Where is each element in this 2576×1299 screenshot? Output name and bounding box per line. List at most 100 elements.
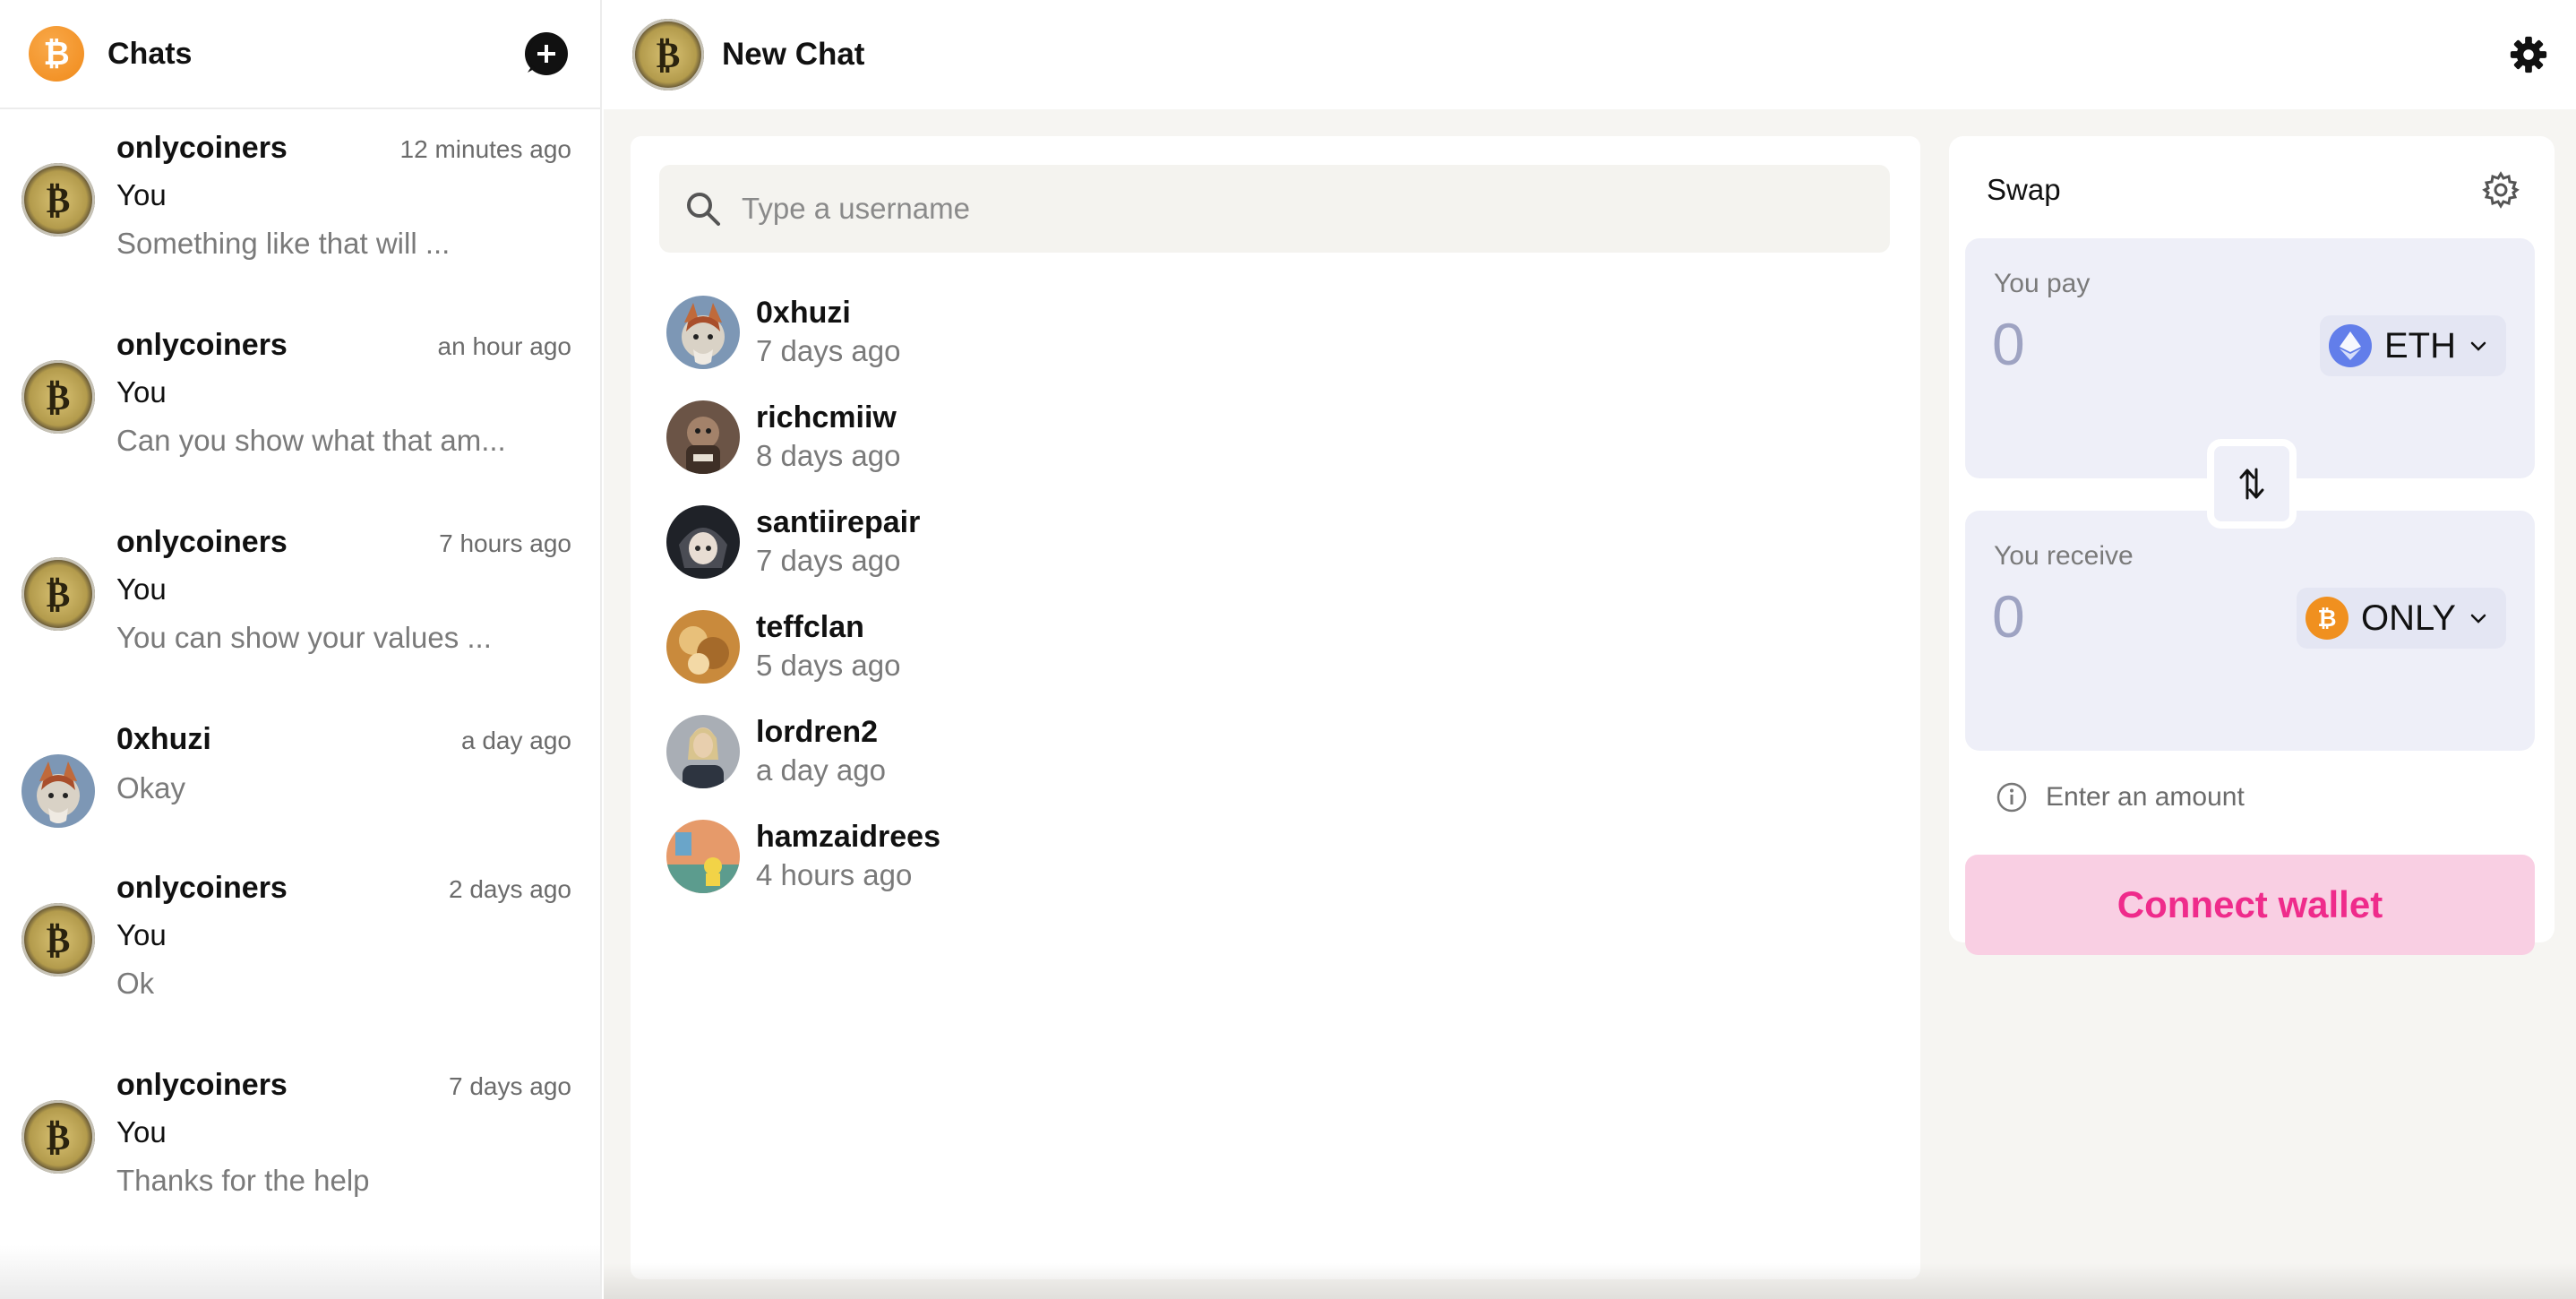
- user-list: 0xhuzi 7 days ago richcmiiw 8 days ago s…: [666, 280, 940, 908]
- avatar: ₿: [21, 360, 95, 434]
- user-last-seen: 7 days ago: [756, 334, 901, 367]
- chat-sender: You: [116, 178, 167, 211]
- chat-name: onlycoiners: [116, 871, 288, 905]
- chat-preview: Okay: [116, 771, 186, 804]
- chat-list-item[interactable]: ₿ onlycoiners an hour ago You Can you sh…: [0, 306, 600, 503]
- pay-token-select[interactable]: ETH: [2320, 315, 2506, 376]
- page-title: New Chat: [722, 37, 865, 72]
- swap-info-text: Enter an amount: [2046, 782, 2245, 812]
- chat-name: onlycoiners: [116, 525, 288, 559]
- search-icon: [687, 193, 720, 226]
- chat-time: 7 days ago: [449, 1072, 571, 1100]
- sidebar-header: ₿ Chats: [0, 0, 600, 109]
- receive-amount-input[interactable]: [1992, 582, 2171, 650]
- only-token-icon: ₿: [2306, 597, 2349, 640]
- avatar: ₿: [21, 1100, 95, 1174]
- main-header: ₿ New Chat: [604, 0, 2576, 109]
- chat-time: 7 hours ago: [439, 529, 571, 557]
- you-receive-card: You receive ₿ ONLY: [1965, 511, 2535, 751]
- user-list-item[interactable]: lordren2 a day ago: [666, 699, 940, 804]
- avatar: ₿: [632, 19, 704, 90]
- user-name: teffclan: [756, 610, 864, 644]
- new-chat-button[interactable]: [525, 32, 568, 75]
- chat-list-item[interactable]: ₿ onlycoiners 2 days ago You Ok: [0, 849, 600, 1046]
- bitcoin-logo-icon: ₿: [29, 26, 84, 82]
- avatar: ₿: [21, 557, 95, 631]
- swap-direction-button[interactable]: [2207, 439, 2297, 529]
- user-list-item[interactable]: santiirepair 7 days ago: [666, 489, 940, 594]
- swap-info: Enter an amount: [1996, 781, 2245, 813]
- new-chat-panel: 0xhuzi 7 days ago richcmiiw: [631, 136, 1920, 1279]
- avatar: ₿: [21, 903, 95, 976]
- chat-sender: You: [116, 918, 167, 951]
- chat-sender: You: [116, 1115, 167, 1148]
- pay-token-name: ETH: [2384, 325, 2456, 366]
- sidebar-scroll-fade: [0, 1245, 600, 1299]
- user-name: 0xhuzi: [756, 296, 851, 330]
- receive-token-name: ONLY: [2361, 598, 2456, 638]
- chat-preview: You can show your values ...: [116, 621, 492, 654]
- chat-sender: You: [116, 572, 167, 606]
- avatar: [666, 295, 740, 369]
- user-last-seen: 7 days ago: [756, 544, 901, 577]
- swap-widget: Swap You pay ETH: [1949, 136, 2555, 955]
- chat-sender: You: [116, 375, 167, 409]
- chat-name: onlycoiners: [116, 131, 288, 165]
- user-list-item[interactable]: 0xhuzi 7 days ago: [666, 280, 940, 384]
- user-name: hamzaidrees: [756, 820, 940, 854]
- sidebar-title: Chats: [107, 36, 193, 71]
- avatar: [666, 504, 740, 579]
- settings-gear-icon[interactable]: [2481, 170, 2520, 210]
- chat-name: 0xhuzi: [116, 722, 211, 756]
- user-name: lordren2: [756, 715, 879, 749]
- chat-preview: Thanks for the help: [116, 1164, 370, 1197]
- avatar: ₿: [21, 163, 95, 237]
- receive-token-select[interactable]: ₿ ONLY: [2297, 588, 2506, 649]
- connect-wallet-button[interactable]: Connect wallet: [1965, 855, 2535, 955]
- avatar: [666, 609, 740, 684]
- chat-list-item[interactable]: ₿ onlycoiners 7 hours ago You You can sh…: [0, 503, 600, 701]
- chat-time: 2 days ago: [449, 875, 571, 903]
- you-pay-label: You pay: [1994, 269, 2091, 298]
- user-last-seen: 8 days ago: [756, 439, 901, 472]
- user-last-seen: 5 days ago: [756, 649, 901, 682]
- chat-list: ₿ onlycoiners 12 minutes ago You Somethi…: [0, 109, 600, 1243]
- main-scroll-fade: [604, 1263, 2576, 1299]
- user-list-item[interactable]: hamzaidrees 4 hours ago: [666, 804, 940, 908]
- chat-preview: Ok: [116, 967, 155, 1000]
- plus-chat-icon: [528, 34, 566, 73]
- chat-name: onlycoiners: [116, 1068, 288, 1102]
- chat-list-item[interactable]: ₿ onlycoiners 7 days ago You Thanks for …: [0, 1046, 600, 1243]
- search-input[interactable]: [742, 192, 1816, 226]
- chat-list-item[interactable]: 0xhuzi a day ago Okay: [0, 701, 600, 849]
- user-list-item[interactable]: richcmiiw 8 days ago: [666, 384, 940, 489]
- chat-time: a day ago: [461, 727, 571, 754]
- chevron-down-icon: [2470, 341, 2486, 351]
- user-name: santiirepair: [756, 505, 921, 539]
- gear-icon[interactable]: [2508, 34, 2549, 75]
- chat-time: 12 minutes ago: [399, 135, 571, 163]
- chat-preview: Can you show what that am...: [116, 424, 506, 457]
- eth-icon: [2329, 324, 2372, 367]
- user-list-item[interactable]: teffclan 5 days ago: [666, 594, 940, 699]
- user-last-seen: a day ago: [756, 753, 886, 787]
- user-last-seen: 4 hours ago: [756, 858, 913, 891]
- chats-sidebar: ₿ Chats ₿ onlycoiners 12 minutes ago You…: [0, 0, 602, 1299]
- avatar: [21, 754, 95, 828]
- chat-name: onlycoiners: [116, 328, 288, 362]
- chat-preview: Something like that will ...: [116, 227, 451, 260]
- main-area: 0xhuzi 7 days ago richcmiiw: [604, 109, 2576, 1299]
- you-receive-label: You receive: [1994, 541, 2134, 571]
- chevron-down-icon: [2470, 614, 2486, 624]
- search-box[interactable]: [659, 165, 1890, 253]
- logo-glyph: ₿: [43, 35, 70, 72]
- chat-list-item[interactable]: ₿ onlycoiners 12 minutes ago You Somethi…: [0, 109, 600, 306]
- avatar: [666, 714, 740, 788]
- avatar: [666, 400, 740, 474]
- swap-arrows-icon: [2239, 468, 2264, 500]
- info-icon: [1996, 782, 2027, 813]
- pay-amount-input[interactable]: [1992, 310, 2171, 378]
- user-name: richcmiiw: [756, 400, 897, 434]
- swap-title: Swap: [1987, 173, 2061, 206]
- avatar: [666, 819, 740, 893]
